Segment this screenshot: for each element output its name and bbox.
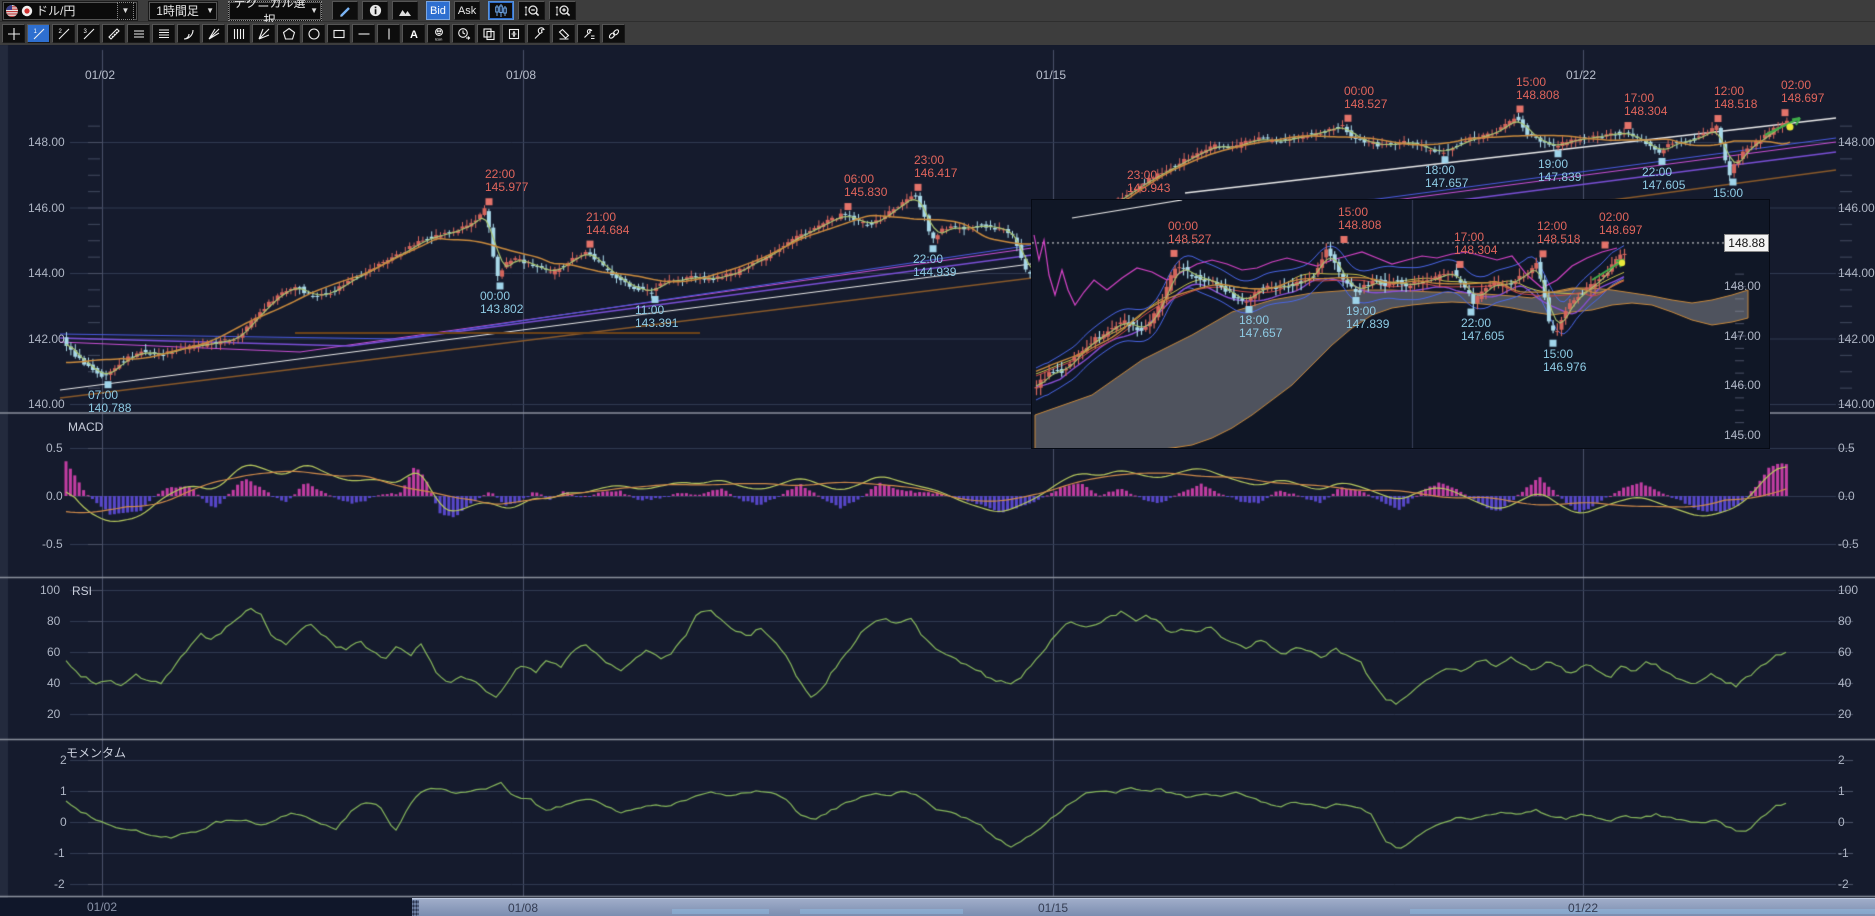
scrollbar-date-label: 01/02 [80, 900, 124, 914]
drawing-toolbar: 1 2 3 Aicon [0, 22, 1875, 45]
icon-stamp-tool-icon: icon [432, 27, 446, 41]
currency-pair-select[interactable]: ドル/円 ▼ [2, 1, 138, 21]
horizontal-line-tool-icon [357, 27, 371, 41]
scrollbar-preview-streak [672, 909, 769, 914]
info-button[interactable] [362, 1, 388, 20]
chart-scrollbar[interactable]: 01/02 01/08 01/15 01/22 [0, 898, 1875, 916]
technical-select[interactable]: テクニカル選択 ▼ [228, 1, 322, 21]
svg-text:2: 2 [58, 29, 62, 35]
technical-dropdown-arrow: ▼ [310, 6, 318, 15]
multi-lines-tool-icon [157, 27, 171, 41]
info-icon [369, 4, 382, 17]
mountain-chart-icon [398, 5, 412, 17]
parallel-lines-tool-icon [132, 27, 146, 41]
settings-tool[interactable] [577, 24, 600, 43]
multi-lines-tool[interactable] [152, 24, 175, 43]
svg-text:3: 3 [83, 29, 87, 35]
crosshair-tool-icon [7, 27, 21, 41]
trendline-2-tool-icon: 2 [57, 27, 71, 41]
scrollbar-date-label: 01/15 [1031, 901, 1075, 915]
rectangle-tool-icon [332, 27, 346, 41]
zoom-out-icon [524, 4, 540, 18]
link-tool-icon [607, 27, 621, 41]
text-tool[interactable]: A [402, 24, 425, 43]
trendline-3-tool-icon: 3 [82, 27, 96, 41]
trendline-1-tool-icon: 1 [32, 27, 46, 41]
timeframe-label: 1時間足 [152, 2, 203, 19]
candlestick-view-icon [494, 4, 508, 17]
parallel-lines-tool[interactable] [127, 24, 150, 43]
timeframe-dropdown-arrow: ▼ [206, 6, 214, 15]
ruler-tool[interactable] [102, 24, 125, 43]
scrollbar-date-label: 01/22 [1561, 901, 1605, 915]
time-zones-tool[interactable] [227, 24, 250, 43]
gann-fan-tool-icon [257, 27, 271, 41]
bid-label: Bid [430, 5, 446, 17]
ask-label: Ask [458, 5, 476, 17]
edit-tool[interactable] [527, 24, 550, 43]
edit-tool-icon [532, 27, 546, 41]
icon-stamp-tool[interactable]: icon [427, 24, 450, 43]
eraser-tool-icon [557, 27, 571, 41]
ruler-tool-icon [107, 27, 121, 41]
drag-chart-tool[interactable] [502, 24, 525, 43]
vertical-line-tool-icon [382, 27, 396, 41]
svg-text:1: 1 [33, 29, 37, 35]
zoom-in-button[interactable] [549, 1, 576, 20]
pair-dropdown-arrow[interactable]: ▼ [117, 2, 134, 20]
settings-tool-icon [582, 27, 596, 41]
pentagon-tool[interactable] [277, 24, 300, 43]
svg-text:A: A [410, 29, 418, 41]
fibonacci-fan-tool[interactable] [202, 24, 225, 43]
link-tool[interactable] [602, 24, 625, 43]
main-toolbar: ドル/円 ▼ 1時間足 ▼ テクニカル選択 ▼ Bid [0, 0, 1875, 22]
time-zones-tool-icon [232, 27, 246, 41]
vertical-line-tool[interactable] [377, 24, 400, 43]
scrollbar-preview-streak [1410, 909, 1875, 914]
pencil-button[interactable] [332, 1, 358, 20]
us-flag-icon [6, 5, 18, 17]
text-tool-icon: A [407, 27, 421, 41]
scrollbar-date-label: 01/08 [501, 901, 545, 915]
eraser-tool[interactable] [552, 24, 575, 43]
zoom-in-icon [555, 4, 571, 18]
candlestick-view-button[interactable] [488, 1, 514, 20]
fibonacci-arc-tool[interactable] [177, 24, 200, 43]
ask-toggle[interactable]: Ask [454, 1, 480, 20]
drag-chart-tool-icon [507, 27, 521, 41]
copy-chart-tool[interactable] [477, 24, 500, 43]
trendline-2-tool[interactable]: 2 [52, 24, 75, 43]
pencil-icon [338, 4, 352, 18]
area-chart-button[interactable] [392, 1, 418, 20]
trendline-3-tool[interactable]: 3 [77, 24, 100, 43]
fibonacci-arc-tool-icon [182, 27, 196, 41]
zoom-out-button[interactable] [518, 1, 545, 20]
ellipse-tool-icon [307, 27, 321, 41]
time-marker-tool-icon [457, 27, 471, 41]
scrollbar-preview-streak [800, 909, 963, 914]
jp-flag-icon [21, 5, 33, 17]
ellipse-tool[interactable] [302, 24, 325, 43]
currency-pair-label: ドル/円 [36, 2, 114, 19]
bid-toggle[interactable]: Bid [426, 1, 450, 20]
time-marker-tool[interactable] [452, 24, 475, 43]
rectangle-tool[interactable] [327, 24, 350, 43]
pentagon-tool-icon [282, 27, 296, 41]
gann-fan-tool[interactable] [252, 24, 275, 43]
fibonacci-fan-tool-icon [207, 27, 221, 41]
svg-text:icon: icon [435, 36, 442, 41]
crosshair-tool[interactable] [2, 24, 25, 43]
timeframe-select[interactable]: 1時間足 ▼ [148, 1, 218, 21]
horizontal-line-tool[interactable] [352, 24, 375, 43]
trendline-1-tool[interactable]: 1 [27, 24, 50, 43]
inset-chart-canvas[interactable] [1032, 200, 1769, 448]
chart-area[interactable]: 148.00148.00146.00146.00144.00144.00142.… [0, 0, 1875, 916]
trading-app-window: 148.00148.00146.00146.00144.00144.00142.… [0, 0, 1875, 916]
scrollbar-grip[interactable] [412, 900, 419, 916]
copy-chart-tool-icon [482, 27, 496, 41]
main-chart-canvas[interactable] [0, 0, 1875, 916]
current-price-box: 148.88 [1724, 234, 1769, 252]
inset-chart-window[interactable]: 148.00147.00146.00145.0000:00 148.52715:… [1031, 199, 1770, 449]
scrollbar-thumb[interactable]: 01/08 01/15 01/22 [412, 898, 1875, 916]
